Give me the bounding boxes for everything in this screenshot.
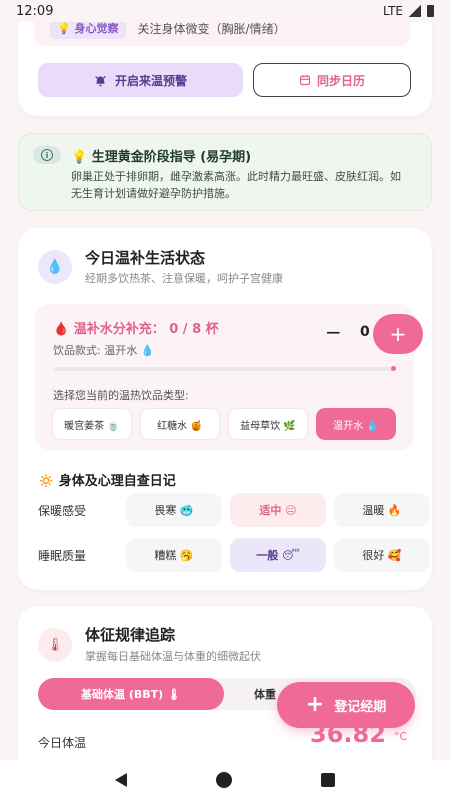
- recent-apps-icon[interactable]: [321, 773, 336, 787]
- drink-option-motherwort[interactable]: 益母草饮 🌿: [228, 408, 308, 440]
- system-nav-bar: [0, 760, 450, 800]
- home-icon[interactable]: [215, 772, 232, 788]
- water-drop-icon: 💧: [38, 250, 72, 284]
- status-bar: 12:09 LTE: [0, 0, 450, 22]
- tracker-title: 体征规律追踪: [85, 626, 176, 644]
- drink-option-brown-sugar[interactable]: 红糖水 🍯: [140, 408, 220, 440]
- tab-bbt[interactable]: 基础体温 (BBT) 🌡: [38, 678, 224, 710]
- warmth-option-cold[interactable]: 畏寒 🥶: [126, 493, 222, 527]
- sleep-option-bad[interactable]: 糟糕 🥱: [126, 538, 222, 572]
- cup-count: 0: [360, 324, 370, 340]
- drink-options: 暖宫姜茶 🍵 红糖水 🍯 益母草饮 🌿 温开水 💧: [52, 408, 396, 440]
- guide-body: 卵巢正处于排卵期，雌孕激素高涨。此时精力最旺盛、皮肤红润。如无生育计划请做好避孕…: [71, 170, 401, 200]
- thermometer-icon: 🌡: [38, 628, 72, 662]
- signal-icon: [409, 5, 421, 17]
- warmth-option-moderate[interactable]: 适中 😐: [230, 493, 326, 527]
- sync-calendar-button[interactable]: 同步日历: [253, 63, 411, 97]
- diary-row-warmth: 保暖感受 畏寒 🥶 适中 😐 温暖 🔥: [38, 493, 430, 527]
- period-warning-label: 开启来温预警: [114, 73, 187, 88]
- diary-label-sleep: 睡眠质量: [38, 548, 87, 563]
- water-progress-end: [391, 366, 396, 371]
- sleep-option-normal[interactable]: 一般 😴: [230, 538, 326, 572]
- decrease-cup-button[interactable]: −: [325, 320, 342, 344]
- tab-weight[interactable]: 体重: [254, 678, 276, 710]
- record-period-button[interactable]: + 登记经期: [277, 682, 415, 728]
- sync-calendar-label: 同步日历: [316, 73, 365, 88]
- period-warning-button[interactable]: 开启来温预警: [38, 63, 243, 97]
- plus-icon: +: [305, 692, 325, 717]
- today-temp-unit: °C: [394, 730, 408, 743]
- warm-status-card: 💧 今日温补生活状态 经期多饮热茶、注意保暖，呵护子宫健康 🩸 温补水分补充： …: [18, 228, 432, 590]
- network-type: LTE: [383, 4, 403, 18]
- diary-title: 🔅 身体及心理自查日记: [38, 474, 176, 489]
- drink-choose-label: 选择您当前的温热饮品类型:: [53, 389, 189, 402]
- action-button-row: 开启来温预警 同步日历: [38, 63, 411, 97]
- water-intake-panel: 🩸 温补水分补充： 0 / 8 杯 饮品款式: 温开水 💧 − 0 + 选择您当…: [35, 304, 423, 450]
- alarm-icon: [95, 75, 106, 86]
- back-icon[interactable]: [114, 773, 127, 787]
- increase-cup-button[interactable]: +: [373, 314, 423, 354]
- drink-option-warm-water[interactable]: 温开水 💧: [316, 408, 396, 440]
- diary-label-warmth: 保暖感受: [38, 503, 87, 518]
- drink-option-ginger-tea[interactable]: 暖宫姜茶 🍵: [52, 408, 132, 440]
- sleep-option-good[interactable]: 很好 🥰: [334, 538, 430, 572]
- guide-title: 💡 生理黄金阶段指导 (易孕期): [71, 150, 252, 165]
- status-time: 12:09: [16, 3, 54, 19]
- diary-row-sleep: 睡眠质量 糟糕 🥱 一般 😴 很好 🥰: [38, 538, 430, 572]
- water-progress-bar: [53, 367, 395, 371]
- water-intake-title: 🩸 温补水分补充： 0 / 8 杯: [53, 322, 219, 337]
- drink-style-text: 饮品款式: 温开水 💧: [53, 344, 155, 357]
- phase-guide-card: i 💡 生理黄金阶段指导 (易孕期) 卵巢正处于排卵期，雌孕激素高涨。此时精力最…: [18, 133, 432, 211]
- warm-title: 今日温补生活状态: [85, 249, 206, 267]
- calendar-icon: [299, 75, 311, 86]
- record-period-label: 登记经期: [334, 699, 387, 715]
- battery-icon: [427, 5, 434, 17]
- warmth-option-warm[interactable]: 温暖 🔥: [334, 493, 430, 527]
- today-temp-label: 今日体温: [38, 736, 87, 750]
- warm-subtitle: 经期多饮热茶、注意保暖，呵护子宫健康: [85, 272, 283, 285]
- info-icon: i: [33, 146, 61, 164]
- app-screen: 💡 身心觉察 关注身体微变（胸胀/情绪） 开启来温预警 同步日历 i 💡 生理黄…: [0, 0, 450, 760]
- awareness-text: 关注身体微变（胸胀/情绪）: [137, 21, 286, 36]
- tracker-subtitle: 掌握每日基础体温与体重的细微起伏: [85, 650, 261, 663]
